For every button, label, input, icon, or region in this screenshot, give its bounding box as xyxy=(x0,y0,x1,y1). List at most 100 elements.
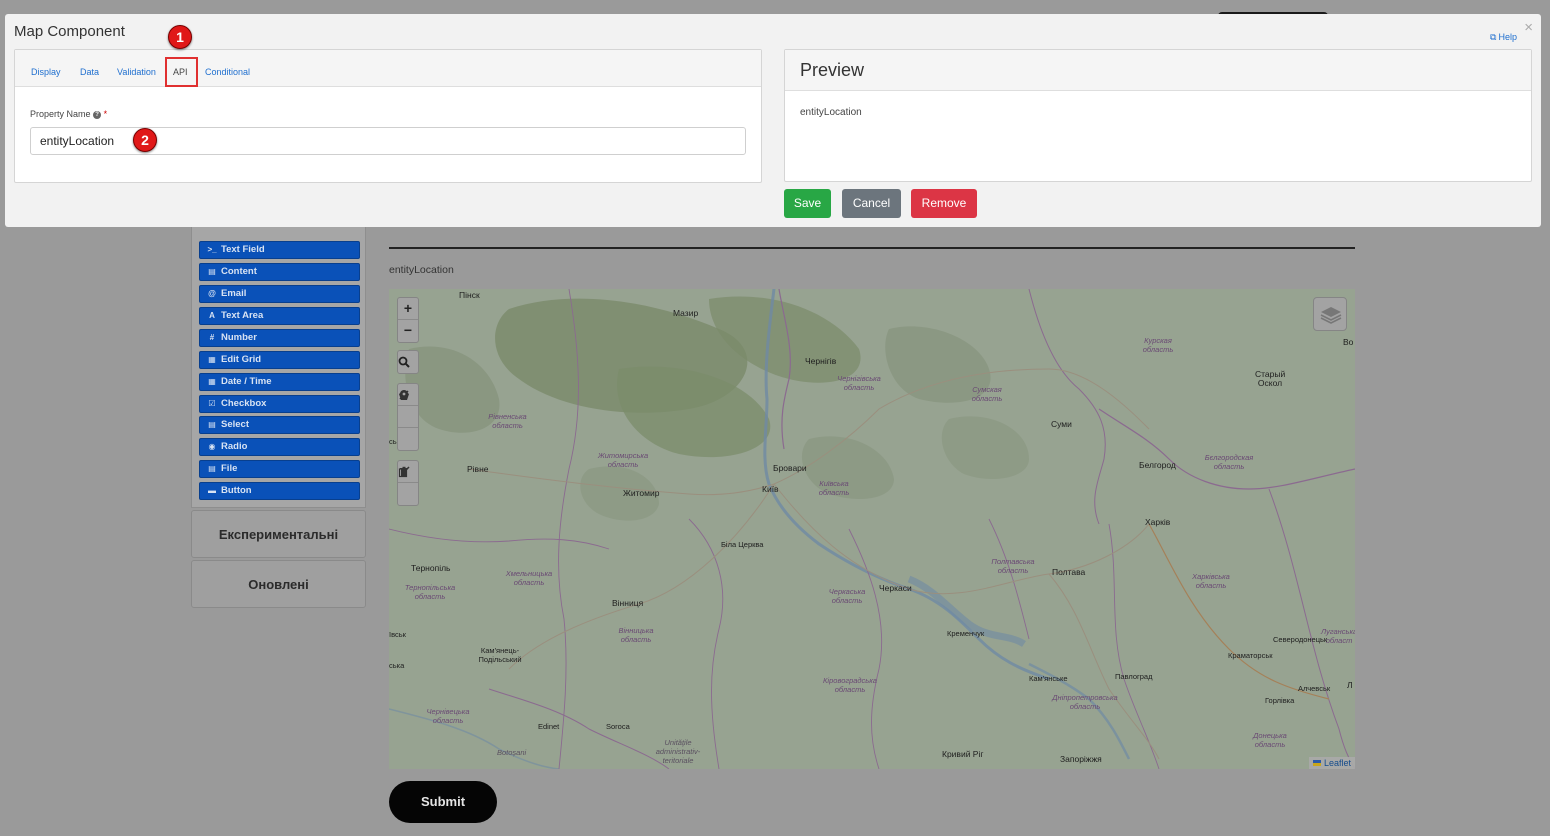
divider xyxy=(389,247,1355,249)
external-link-icon: ⧉ xyxy=(1490,32,1497,42)
tab-data[interactable]: Data xyxy=(80,67,99,77)
map-label: Чернігів xyxy=(805,356,837,366)
map-label: Біла Церква xyxy=(721,540,764,549)
map-label: Хмельницька область xyxy=(505,569,553,587)
map-label: ївськ xyxy=(389,630,406,639)
tab-conditional[interactable]: Conditional xyxy=(205,67,250,77)
map-label: Черкаси xyxy=(879,583,912,593)
file-icon: ▤ xyxy=(208,464,216,473)
component-radio[interactable]: ◉ Radio xyxy=(199,438,360,456)
zoom-in-button[interactable]: + xyxy=(398,298,418,320)
map-label: Чернівецька область xyxy=(426,707,470,725)
component-email[interactable]: @ Email xyxy=(199,285,360,303)
annotation-marker-2: 2 xyxy=(133,128,157,152)
leaflet-link[interactable]: Leaflet xyxy=(1324,758,1351,768)
preview-field-label: entityLocation xyxy=(800,107,862,118)
zoom-control: + − xyxy=(397,297,419,343)
dot-circle-icon: ◉ xyxy=(208,442,216,451)
flag-icon xyxy=(1312,760,1321,766)
map-label: Чернігівська область xyxy=(837,374,881,392)
stop-icon: ▬ xyxy=(208,486,216,495)
component-checkbox[interactable]: ☑ Checkbox xyxy=(199,395,360,413)
map-tiles[interactable] xyxy=(389,289,1355,769)
tab-validation[interactable]: Validation xyxy=(117,67,156,77)
annotation-marker-1: 1 xyxy=(168,25,192,49)
map-label: Во xyxy=(1343,337,1354,347)
map-label: Полтава xyxy=(1052,567,1086,577)
at-icon: @ xyxy=(208,289,216,298)
map-label: Botoșani xyxy=(497,748,527,757)
map-label: Київська область xyxy=(818,479,850,497)
component-button[interactable]: ▬ Button xyxy=(199,482,360,500)
map-label: Київ xyxy=(762,484,779,494)
edit-toolbar xyxy=(397,460,419,506)
group-updated[interactable]: Оновлені xyxy=(191,560,366,608)
component-text-field[interactable]: >_ Text Field xyxy=(199,241,360,259)
draw-polygon-icon[interactable] xyxy=(398,390,418,428)
map-label: Краматорськ xyxy=(1228,651,1273,660)
font-icon: A xyxy=(209,311,215,320)
map-widget[interactable]: Пінск Мазир Чернігів Курская область Во … xyxy=(389,289,1355,769)
map-label: Курская область xyxy=(1142,336,1174,354)
preview-title: Preview xyxy=(785,50,1531,91)
save-button[interactable]: Save xyxy=(784,189,831,218)
close-icon[interactable]: × xyxy=(1524,19,1533,36)
map-field-label: entityLocation xyxy=(389,264,454,276)
map-label: Бєлгородская область xyxy=(1204,453,1254,471)
search-control xyxy=(397,350,419,374)
component-content[interactable]: ▤ Content xyxy=(199,263,360,281)
map-label: Северодонецьк xyxy=(1273,635,1328,644)
remove-button[interactable]: Remove xyxy=(911,189,977,218)
map-label: Пінск xyxy=(459,290,480,300)
map-label: Житомирська область xyxy=(597,451,649,469)
map-label: Запоріжжя xyxy=(1060,754,1102,764)
draw-marker-icon[interactable] xyxy=(398,390,418,450)
edit-form-card: Display Data Validation API Conditional … xyxy=(14,49,762,183)
component-file[interactable]: ▤ File xyxy=(199,460,360,478)
property-name-label: Property Name ? * xyxy=(30,109,108,119)
file-icon: ▤ xyxy=(208,267,216,276)
checkbox-icon: ☑ xyxy=(208,399,216,408)
tab-display[interactable]: Display xyxy=(31,67,61,77)
map-label: Вінницька область xyxy=(618,626,654,644)
map-label: Кривий Ріг xyxy=(942,749,984,759)
layers-icon[interactable] xyxy=(1313,297,1347,331)
map-label: Белгород xyxy=(1139,460,1176,470)
map-label: Рівненська область xyxy=(488,412,527,430)
map-attribution[interactable]: Leaflet xyxy=(1308,757,1355,769)
modal-title: Map Component xyxy=(14,23,125,40)
hashtag-icon: # xyxy=(209,333,215,342)
preview-card: Preview entityLocation xyxy=(784,49,1532,182)
map-label: Soroca xyxy=(606,722,630,731)
map-label: Харків xyxy=(1145,517,1171,527)
map-label: Тернопіль xyxy=(411,563,451,573)
map-label: Старый Оскол xyxy=(1255,369,1286,388)
map-label: Бровари xyxy=(773,463,807,473)
map-label: Суми xyxy=(1051,419,1072,429)
map-label: Черкаська область xyxy=(828,587,866,605)
group-experimental[interactable]: Експериментальні xyxy=(191,510,366,558)
map-label: Харківська область xyxy=(1192,572,1230,590)
cancel-button[interactable]: Cancel xyxy=(842,189,901,218)
component-text-area[interactable]: A Text Area xyxy=(199,307,360,325)
trash-icon[interactable] xyxy=(398,466,418,505)
question-circle-icon[interactable]: ? xyxy=(93,111,102,119)
terminal-icon: >_ xyxy=(207,245,217,254)
zoom-out-button[interactable]: − xyxy=(398,320,418,342)
map-label: Кременчук xyxy=(947,629,985,638)
map-label: Кіровоградська область xyxy=(823,676,877,694)
map-label: Павлоград xyxy=(1115,672,1153,681)
settings-tabs: Display Data Validation API Conditional xyxy=(15,50,761,87)
map-label: Тернопільська область xyxy=(404,583,456,601)
search-icon[interactable] xyxy=(398,351,418,373)
map-label: Донецька область xyxy=(1253,731,1287,749)
component-edit-grid[interactable]: ▦ Edit Grid xyxy=(199,351,360,369)
map-label: ська xyxy=(389,661,405,670)
component-number[interactable]: # Number xyxy=(199,329,360,347)
component-date-time[interactable]: ▦ Date / Time xyxy=(199,373,360,391)
map-label: Кам'янське xyxy=(1029,674,1068,683)
map-label: Алчевськ xyxy=(1298,684,1331,693)
help-link[interactable]: ⧉ Help xyxy=(1490,32,1517,43)
submit-button[interactable]: Submit xyxy=(389,781,497,823)
component-select[interactable]: ▤ Select xyxy=(199,416,360,434)
